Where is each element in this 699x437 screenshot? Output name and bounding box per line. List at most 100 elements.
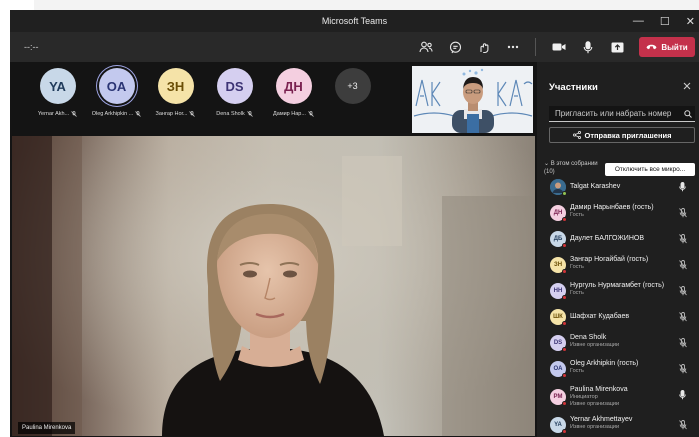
participant-avatar: ЗН: [550, 257, 567, 274]
participant-name: Oleg Arkhipkin (гость): [570, 360, 639, 367]
avatar: OA: [98, 68, 135, 104]
participant-initials: PM: [553, 394, 563, 400]
participant-avatar: НН: [550, 283, 567, 300]
participant-avatar: OA: [550, 361, 567, 378]
leave-button[interactable]: Выйти: [639, 37, 695, 57]
participant-info: Зангар Ногайбай (гость) Гость: [570, 256, 648, 270]
participant-row[interactable]: DS Dena Sholk Извне организации: [537, 330, 699, 356]
more-participants-tile[interactable]: +3: [323, 68, 382, 117]
participant-row[interactable]: PM Paulina Mirenkova Инициатор Извне органи…: [537, 382, 699, 412]
mic-muted-icon[interactable]: [678, 208, 687, 218]
participant-row[interactable]: ЗН Зангар Ногайбай (гость) Гость: [537, 252, 699, 278]
close-window-button[interactable]: ✕: [686, 15, 695, 28]
share-invite-button[interactable]: Отправка приглашения: [549, 127, 695, 143]
microphone-button[interactable]: [576, 35, 600, 59]
participant-info: Нургуль Нурмагамбет (гость) Гость: [570, 282, 664, 296]
avatar-name: Oleg Arkhipkin ...: [92, 111, 142, 117]
participant-info: Yernar Akhmettayev Извне организации: [570, 416, 632, 430]
avatar-name-text: Dena Sholk: [216, 111, 245, 117]
participant-row[interactable]: OA Oleg Arkhipkin (гость) Гость: [537, 356, 699, 382]
participant-row[interactable]: ШК Шафхат Кудабаев: [537, 304, 699, 330]
participant-info: Talgat Karashev: [570, 183, 620, 190]
camera-button[interactable]: [547, 35, 571, 59]
mic-muted-icon[interactable]: [678, 338, 687, 348]
participant-row[interactable]: ДБ Даулет БАЛГОЖИНОВ: [537, 226, 699, 252]
participant-name: Dena Sholk: [570, 334, 607, 341]
speaker-video-image: [412, 66, 533, 133]
window-controls: — ☐ ✕: [633, 10, 695, 32]
mic-muted-icon: [189, 111, 196, 117]
avatar-tile[interactable]: YA Yernar Akh...: [28, 68, 87, 117]
participant-role: Извне организации: [570, 401, 620, 407]
avatar-tile[interactable]: DS Dena Sholk: [205, 68, 264, 117]
phone-hangup-icon: [646, 44, 657, 50]
mic-muted-icon: [308, 111, 314, 117]
participant-info: Paulina Mirenkova Инициатор Извне организа…: [570, 386, 628, 407]
mic-muted-icon[interactable]: [678, 364, 687, 374]
participant-avatar: DS: [550, 335, 567, 352]
participant-initials: ДБ: [553, 236, 563, 242]
mic-muted-icon[interactable]: [678, 234, 687, 244]
video-name-tag: Paulina Mirenkova: [18, 422, 76, 434]
avatar-tile[interactable]: ЗН Зангар Ног...: [146, 68, 205, 117]
avatar-name-text: Зангар Ног...: [155, 111, 188, 117]
microphone-icon[interactable]: [678, 390, 687, 400]
presence-status-icon: [562, 191, 567, 196]
meeting-toolbar: --:-- Выйти: [10, 32, 699, 62]
participant-avatar: YA: [550, 417, 567, 434]
meeting-timer: --:--: [24, 42, 39, 52]
participant-row[interactable]: YA Yernar Akhmettayev Извне организации: [537, 412, 699, 437]
mic-muted-icon: [135, 111, 142, 117]
mic-muted-icon[interactable]: [678, 260, 687, 270]
close-panel-button[interactable]: [683, 81, 691, 93]
participant-role: Гость: [570, 264, 584, 270]
search-icon: [681, 109, 695, 118]
chat-icon: [449, 41, 461, 53]
speaker-video-tile[interactable]: [412, 66, 533, 133]
maximize-button[interactable]: ☐: [660, 15, 670, 28]
avatar: YA: [39, 68, 76, 104]
reactions-button[interactable]: [472, 35, 496, 59]
chat-button[interactable]: [443, 35, 467, 59]
participant-avatar: ДБ: [550, 231, 567, 248]
title-bar: Microsoft Teams — ☐ ✕: [10, 10, 699, 32]
share-icon: [572, 131, 581, 139]
in-meeting-label: В этом собрании (10): [544, 161, 598, 175]
microphone-icon: [583, 40, 593, 53]
microphone-icon[interactable]: [678, 182, 687, 192]
participant-role: Гость: [570, 368, 584, 374]
presence-status-icon: [562, 243, 567, 248]
mic-muted-icon[interactable]: [678, 420, 687, 430]
participant-name: Даулет БАЛГОЖИНОВ: [570, 235, 645, 242]
main-video-tile[interactable]: Paulina Mirenkova: [12, 136, 535, 436]
participant-initials: ЗН: [553, 262, 563, 268]
mic-muted-icon[interactable]: [678, 286, 687, 296]
avatar: ЗН: [157, 68, 194, 104]
avatar-name: Дамир Нар...: [273, 111, 314, 117]
mic-muted-icon[interactable]: [678, 312, 687, 322]
participants-button[interactable]: [414, 35, 438, 59]
participant-row[interactable]: ДН Дамир Нарынбаев (гость) Гость: [537, 200, 699, 226]
participant-name: Paulina Mirenkova: [570, 386, 628, 393]
share-screen-button[interactable]: [605, 35, 629, 59]
avatar-name: Зангар Ног...: [156, 111, 196, 117]
avatar-tile[interactable]: ДН Дамир Нар...: [264, 68, 323, 117]
mic-muted-icon: [246, 111, 253, 117]
avatar-tile[interactable]: OA Oleg Arkhipkin ...: [87, 68, 146, 117]
mic-muted-icon: [71, 111, 77, 117]
avatar-name-text: Дамир Нар...: [273, 111, 306, 117]
participants-panel: Участники Пригласить или набрать номер О…: [537, 62, 699, 437]
chevron-down-icon: ⌄: [544, 161, 551, 167]
participant-name: Yernar Akhmettayev: [570, 416, 633, 423]
participant-row[interactable]: Talgat Karashev: [537, 174, 699, 200]
minimize-button[interactable]: —: [633, 15, 644, 27]
presence-status-icon: [562, 269, 567, 274]
more-options-button[interactable]: [501, 35, 525, 59]
participant-list: Talgat Karashev ДН Дамир Нарынбаев (гость)…: [537, 174, 699, 437]
participant-row[interactable]: НН Нургуль Нурмагамбет (гость) Гость: [537, 278, 699, 304]
invite-search-input[interactable]: Пригласить или набрать номер: [549, 106, 695, 122]
more-icon: [507, 45, 519, 49]
reaction-icon: [480, 42, 489, 53]
participant-role: Извне организации: [570, 424, 620, 430]
participant-name: Дамир Нарынбаев (гость): [570, 204, 654, 211]
